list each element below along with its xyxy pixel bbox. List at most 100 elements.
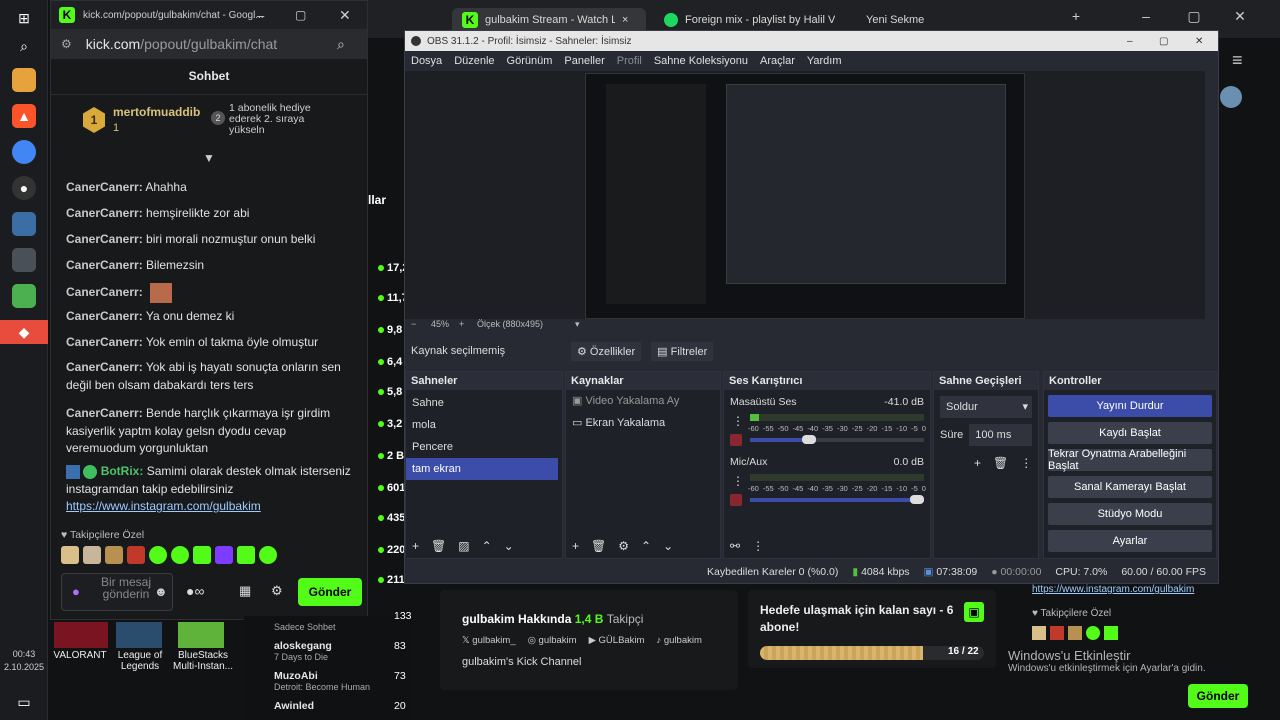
chat-username[interactable]: CanerCanerr: [66, 335, 143, 349]
control-button[interactable]: Ayarlar [1048, 530, 1212, 552]
add-icon[interactable]: + [412, 539, 419, 553]
emote-icon[interactable] [1104, 626, 1118, 640]
scroll-down-icon[interactable]: ▼ [203, 151, 215, 165]
move-down-icon[interactable]: ⌄ [663, 539, 673, 553]
infinity-icon[interactable]: ●∞ [186, 583, 204, 599]
zoom-in-icon[interactable]: + [459, 319, 464, 329]
close-icon[interactable]: ✕ [1195, 36, 1203, 47]
site-info-icon[interactable]: ⚙ [61, 37, 72, 51]
maximize-icon[interactable]: ▢ [1159, 36, 1168, 47]
store-icon[interactable]: ▦ [239, 583, 251, 599]
add-icon[interactable]: + [572, 539, 579, 553]
microphone-icon[interactable]: ● [72, 584, 80, 599]
app-icon[interactable] [12, 248, 36, 272]
more-icon[interactable]: ⋮ [1020, 456, 1032, 470]
menu-dosya[interactable]: Dosya [405, 55, 448, 67]
emote-icon[interactable] [105, 546, 123, 564]
menu-yardım[interactable]: Yardım [801, 55, 848, 67]
emote-icon[interactable] [61, 546, 79, 564]
control-button[interactable]: Yayını Durdur [1048, 395, 1212, 417]
zoom-icon[interactable]: ⌕ [337, 36, 345, 53]
address-bar[interactable]: ⚙ kick.com/popout/gulbakim/chat ⌕ [51, 29, 367, 59]
menu-profil[interactable]: Profil [611, 55, 648, 67]
chat-username[interactable]: CanerCanerr: [66, 206, 143, 220]
menu-sahne-koleksiyonu[interactable]: Sahne Koleksiyonu [648, 55, 754, 67]
send-button[interactable]: Gönder [298, 578, 362, 606]
filter-icon[interactable]: ▨ [458, 539, 469, 553]
channel-name[interactable]: aloskegang 7 Days to Die [274, 640, 332, 662]
more-icon[interactable]: ⋮ [752, 539, 764, 553]
volume-slider[interactable] [750, 435, 924, 444]
emoji-icon[interactable]: ☻ [154, 584, 168, 599]
bluestacks-icon[interactable] [178, 622, 224, 648]
control-button[interactable]: Stüdyo Modu [1048, 503, 1212, 525]
scene-item[interactable]: Sahne [406, 392, 558, 414]
mute-icon[interactable] [730, 494, 742, 506]
volume-slider[interactable] [750, 495, 924, 504]
channel-name[interactable]: Sadece Sohbet [274, 622, 336, 632]
search-icon[interactable]: ⌕ [12, 34, 36, 58]
emote-icon[interactable] [1068, 626, 1082, 640]
gear-icon[interactable]: ⚙ [618, 539, 629, 553]
channel-name[interactable]: Awinled [274, 700, 314, 712]
emote-bar[interactable] [61, 546, 277, 564]
source-item[interactable]: ▭ Ekran Yakalama [566, 412, 720, 434]
scene-item[interactable]: mola [406, 414, 558, 436]
trash-icon[interactable]: 🗑 [591, 539, 606, 553]
control-button[interactable]: Sanal Kamerayı Başlat [1048, 476, 1212, 498]
maximize-icon[interactable]: ▢ [295, 8, 306, 22]
emote-icon[interactable] [83, 546, 101, 564]
chat-username[interactable]: CanerCanerr: [66, 309, 143, 323]
emote-icon[interactable] [215, 546, 233, 564]
tab-kick[interactable]: K gulbakim Stream - Watch Live on Ki × [452, 8, 646, 32]
transition-select[interactable]: Soldur ▾ [940, 396, 1032, 418]
emote-icon[interactable] [1032, 626, 1046, 640]
trash-icon[interactable]: 🗑 [431, 539, 446, 553]
emote-icon[interactable] [259, 546, 277, 564]
close-icon[interactable]: ✕ [1228, 8, 1252, 25]
instagram-link[interactable]: https://www.instagram.com/gulbakim [66, 499, 261, 513]
control-button[interactable]: Kaydı Başlat [1048, 422, 1212, 444]
close-tab-icon[interactable]: × [622, 14, 628, 26]
tab-spotify[interactable]: Foreign mix - playlist by Halil Varlı | … [654, 8, 848, 32]
duration-input[interactable]: 100 ms [969, 424, 1032, 446]
scene-item[interactable]: Pencere [406, 436, 558, 458]
more-icon[interactable]: ⋮ [732, 414, 744, 428]
mute-icon[interactable] [730, 434, 742, 446]
minimize-icon[interactable]: – [257, 8, 264, 23]
emote-icon[interactable] [171, 546, 189, 564]
send-button[interactable]: Gönder [1188, 684, 1248, 708]
notification-icon[interactable]: ▭ [12, 690, 36, 714]
zoom-out-icon[interactable]: − [411, 319, 416, 329]
new-tab-icon[interactable]: + [1064, 8, 1088, 24]
valorant-icon[interactable] [54, 622, 108, 648]
minimize-icon[interactable]: – [1134, 8, 1158, 24]
chat-username[interactable]: CanerCanerr: [66, 406, 143, 420]
maximize-icon[interactable]: ▢ [1182, 8, 1206, 25]
emote-bar[interactable] [1032, 626, 1118, 640]
chat-username[interactable]: CanerCanerr: [66, 232, 143, 246]
social-links[interactable]: 𝕏 gulbakim_ ◎ gulbakim ▶ GÜLBakim ♪ gulb… [462, 635, 702, 646]
filters-button[interactable]: ▤ Filtreler [651, 341, 714, 361]
channel-name[interactable]: MuzoAbi Detroit: Become Human [274, 670, 370, 692]
minimize-icon[interactable]: – [1127, 36, 1133, 47]
emote-icon[interactable] [1086, 626, 1100, 640]
close-icon[interactable]: ✕ [339, 7, 351, 24]
menu-görünüm[interactable]: Görünüm [501, 55, 559, 67]
move-up-icon[interactable]: ⌃ [641, 539, 651, 553]
preview-canvas[interactable] [405, 71, 1205, 319]
instagram-link[interactable]: https://www.instagram.com/gulbakim [1032, 584, 1194, 595]
league-icon[interactable] [116, 622, 162, 648]
move-up-icon[interactable]: ⌃ [482, 539, 492, 553]
avatar[interactable] [1220, 86, 1242, 108]
menu-araçlar[interactable]: Araçlar [754, 55, 801, 67]
source-item[interactable]: ▣ Video Yakalama Ay [566, 390, 720, 412]
menu-paneller[interactable]: Paneller [558, 55, 610, 67]
menu-icon[interactable]: ≡ [1232, 50, 1243, 71]
brave-icon[interactable]: ▲ [12, 104, 36, 128]
folder-icon[interactable] [12, 68, 36, 92]
gift-icon[interactable]: ▣ [964, 602, 984, 622]
chat-username[interactable]: CanerCanerr: [66, 285, 143, 299]
chat-input[interactable]: ● Bir mesaj gönderin ☻ [61, 573, 173, 611]
scale-label[interactable]: Ölçek (880x495) [477, 319, 543, 329]
